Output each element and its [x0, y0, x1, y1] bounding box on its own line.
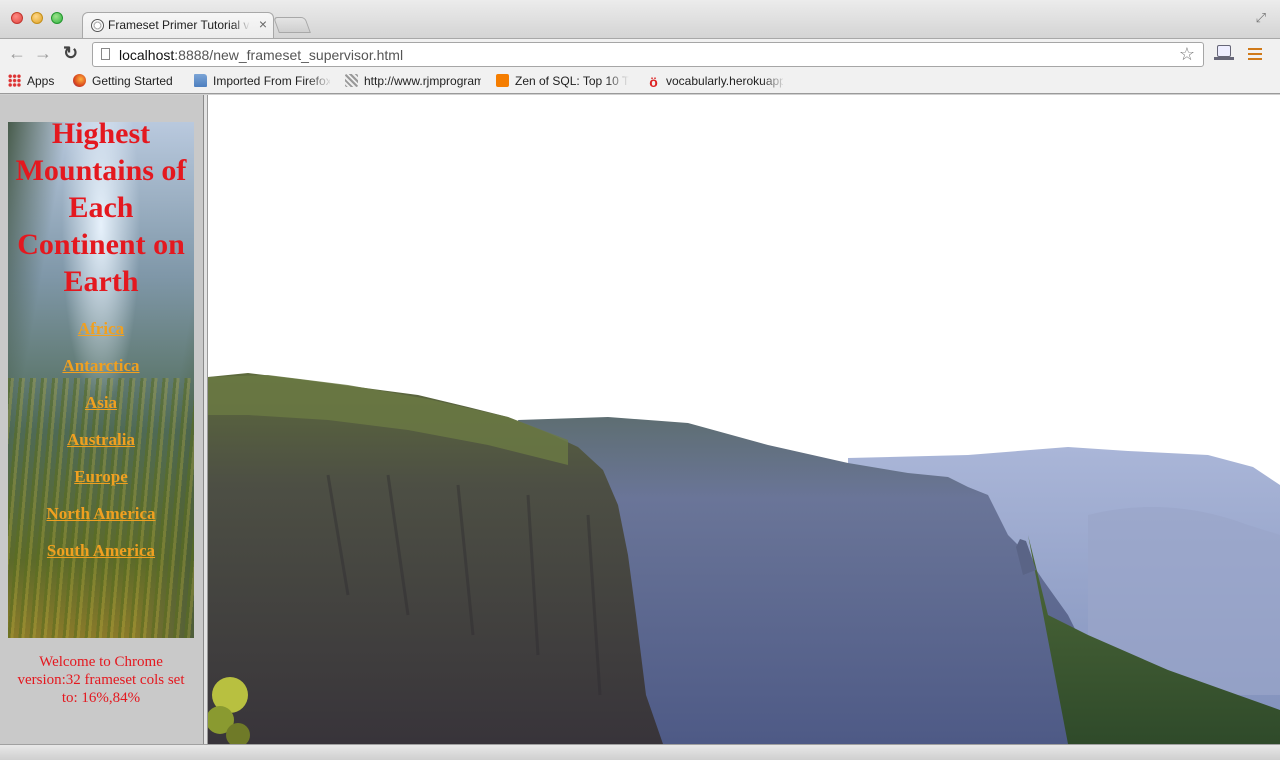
list-item: Europe — [8, 465, 194, 502]
list-item: South America — [8, 539, 194, 576]
bookmark-getting-started[interactable]: Getting Started — [73, 74, 183, 90]
bookmark-apps[interactable]: Apps — [8, 74, 64, 90]
extension-icon[interactable] — [1214, 45, 1234, 63]
list-item: North America — [8, 502, 194, 539]
close-tab-icon[interactable]: × — [259, 16, 267, 32]
apps-grid-icon — [8, 74, 21, 87]
page-icon — [345, 74, 358, 87]
bookmark-vocabularly[interactable]: ö vocabularly.herokuapp — [647, 74, 783, 90]
left-frame: Highest Mountains of Each Continent on E… — [0, 95, 203, 744]
close-window-button[interactable] — [11, 12, 23, 24]
link-africa[interactable]: Africa — [78, 319, 124, 338]
globe-icon — [91, 19, 104, 32]
url-host: localhost — [119, 47, 175, 63]
tab-title: Frameset Primer Tutorial via a — [108, 18, 250, 32]
list-item: Antarctica — [8, 354, 194, 391]
link-north-america[interactable]: North America — [46, 504, 155, 523]
firefox-icon — [73, 74, 86, 87]
welcome-message: Welcome to Chrome version:32 frameset co… — [17, 654, 185, 706]
forward-arrow-icon[interactable]: → — [34, 43, 52, 64]
bookmark-zen-of-sql[interactable]: Zen of SQL: Top 10 T — [496, 74, 632, 90]
list-item: Australia — [8, 428, 194, 465]
bookmark-imported-from-firefox[interactable]: Imported From Firefox — [194, 74, 330, 90]
minimize-window-button[interactable] — [31, 12, 43, 24]
blogger-icon — [496, 74, 509, 87]
reload-icon[interactable]: ↻ — [63, 43, 78, 64]
fullscreen-icon[interactable]: ⤢ — [1256, 10, 1266, 26]
continent-links-list: Africa Antarctica Asia Australia Europe … — [8, 317, 194, 576]
link-europe[interactable]: Europe — [74, 467, 128, 486]
menu-icon[interactable] — [1248, 48, 1262, 60]
browser-toolbar: ← → ↻ localhost:8888/new_frameset_superv… — [0, 38, 1280, 70]
new-tab-button[interactable] — [273, 17, 311, 33]
list-item: Africa — [8, 317, 194, 354]
page-icon — [101, 48, 110, 60]
status-bar — [0, 744, 1280, 760]
zoom-window-button[interactable] — [51, 12, 63, 24]
link-australia[interactable]: Australia — [67, 430, 135, 449]
window-titlebar: Frameset Primer Tutorial via a × ⤢ — [0, 0, 1280, 38]
bookmark-rjmprogramming[interactable]: http://www.rjmprogramming — [345, 74, 481, 90]
mountain-valley-photo — [208, 95, 1280, 744]
list-item: Asia — [8, 391, 194, 428]
link-antarctica[interactable]: Antarctica — [62, 356, 139, 375]
url-text[interactable]: localhost:8888/new_frameset_supervisor.h… — [119, 47, 403, 63]
link-south-america[interactable]: South America — [47, 541, 155, 560]
bookmark-star-icon[interactable]: ☆ — [1179, 44, 1195, 65]
right-frame — [208, 95, 1280, 744]
address-bar[interactable]: localhost:8888/new_frameset_supervisor.h… — [92, 42, 1204, 67]
vocabularly-icon: ö — [649, 74, 658, 90]
page-title: Highest Mountains of Each Continent on E… — [15, 117, 187, 298]
bookmarks-bar: Apps Getting Started Imported From Firef… — [0, 70, 1280, 94]
folder-icon — [194, 74, 207, 87]
back-arrow-icon[interactable]: ← — [8, 43, 26, 64]
tab-frameset-primer[interactable]: Frameset Primer Tutorial via a × — [82, 12, 274, 38]
url-path: :8888/new_frameset_supervisor.html — [174, 47, 404, 63]
link-asia[interactable]: Asia — [85, 393, 117, 412]
